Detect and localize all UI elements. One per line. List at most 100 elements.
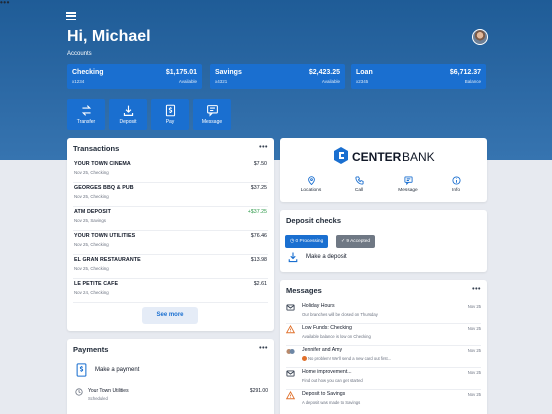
bank-message-button[interactable]: Message	[390, 176, 426, 193]
account-name: Savings	[215, 69, 242, 76]
account-tile-checking[interactable]: Checking x1234 $1,175.01 Available	[67, 64, 202, 89]
warning-icon	[286, 325, 295, 334]
account-number: x2345	[356, 79, 369, 84]
message-row[interactable]: Jennifer and Amy No problem! We'll send …	[286, 346, 481, 368]
account-tile-savings[interactable]: Savings x4321 $2,423.25 Available	[210, 64, 345, 89]
make-payment-button[interactable]: Make a payment	[73, 363, 268, 379]
deposit-checks-card: Deposit checks ◷ 0 Processing ✓ 9 Accept…	[280, 210, 487, 272]
transaction-amount: $13.98	[250, 257, 267, 263]
accounts-more-icon[interactable]: •••	[0, 0, 10, 7]
hamburger-menu-icon[interactable]	[66, 12, 76, 21]
transfer-label: Transfer	[76, 119, 96, 125]
payment-row[interactable]: Your Town Utilities Scheduled $291.00	[73, 387, 268, 405]
account-tile-loan[interactable]: Loan x2345 $6,712.37 Balance	[351, 64, 486, 89]
make-deposit-button[interactable]: Make a deposit	[286, 251, 481, 265]
payment-status: Scheduled	[88, 396, 108, 401]
message-title: Holiday Hours	[302, 303, 335, 309]
account-kind: Available	[321, 79, 340, 84]
message-title: Home improvement...	[302, 369, 352, 375]
message-button[interactable]: Message	[193, 99, 231, 130]
locations-label: Locations	[300, 188, 322, 193]
message-preview: A deposit was made to Savings	[302, 400, 361, 405]
transaction-row[interactable]: EL GRAN RESTAURANTE Nov 25, Checking $13…	[73, 255, 268, 279]
transaction-row[interactable]: YOUR TOWN UTILITIES Nov 25, Checking $76…	[73, 231, 268, 255]
message-title: Deposit to Savings	[302, 391, 346, 397]
transaction-date-account: Nov 25, Savings	[74, 218, 106, 223]
message-row[interactable]: Low Funds: Checking Available balance is…	[286, 324, 481, 346]
message-preview: No problem! We'll send a new card out fi…	[302, 356, 392, 362]
message-label: Message	[201, 119, 223, 125]
message-row[interactable]: Home improvement... Find out how you can…	[286, 368, 481, 390]
transaction-name: ATM DEPOSIT	[74, 209, 111, 215]
message-preview-text: No problem! We'll send a new card out fi…	[308, 356, 392, 361]
deposit-label: Deposit	[119, 119, 137, 125]
bank-name-light: BANK	[402, 150, 435, 164]
payment-amount: $291.00	[249, 388, 268, 394]
avatar-group-icon	[286, 348, 295, 355]
transaction-row[interactable]: GEORGES BBQ & PUB Nov 25, Checking $37.2…	[73, 183, 268, 207]
message-row[interactable]: Deposit to Savings A deposit was made to…	[286, 390, 481, 412]
message-icon	[206, 105, 218, 117]
processing-label: 0 Processing	[295, 239, 324, 244]
processing-chip[interactable]: ◷ 0 Processing	[285, 235, 329, 248]
messages-more-icon[interactable]: •••	[472, 286, 481, 293]
deposit-button[interactable]: Deposit	[109, 99, 147, 130]
warning-icon	[286, 391, 295, 400]
transaction-row[interactable]: LE PETITE CAFE Nov 24, Checking $2.61	[73, 279, 268, 303]
transaction-name: YOUR TOWN UTILITIES	[74, 233, 136, 239]
pay-icon	[76, 363, 87, 377]
accounts-label: Accounts	[67, 51, 92, 57]
location-icon	[307, 176, 315, 185]
transactions-more-icon[interactable]: •••	[259, 144, 268, 151]
message-date: Nov 25	[467, 326, 481, 331]
see-more-button[interactable]: See more	[142, 307, 198, 324]
call-button[interactable]: Call	[341, 176, 377, 193]
transactions-card: Transactions ••• YOUR TOWN CINEMA Nov 25…	[67, 138, 274, 331]
phone-icon	[354, 176, 364, 185]
info-button[interactable]: Info	[438, 176, 474, 193]
transaction-name: LE PETITE CAFE	[74, 281, 119, 287]
message-icon	[403, 176, 413, 185]
message-date: Nov 25	[467, 348, 481, 353]
pay-label: Pay	[165, 119, 175, 125]
accepted-chip[interactable]: ✓ 9 Accepted	[336, 235, 376, 248]
greeting: Hi, Michael	[67, 28, 151, 45]
bank-name-bold: CENTER	[352, 150, 402, 164]
payments-more-icon[interactable]: •••	[259, 345, 268, 352]
transaction-date-account: Nov 25, Checking	[74, 170, 109, 175]
message-row[interactable]: Holiday Hours Our branches will be close…	[286, 302, 481, 324]
clock-icon	[75, 388, 83, 396]
account-number: x4321	[215, 79, 228, 84]
message-date: Nov 25	[467, 304, 481, 309]
center-bank-logo: CENTER BANK	[334, 147, 435, 164]
message-preview: Find out how you can get started	[302, 378, 363, 383]
transaction-name: YOUR TOWN CINEMA	[74, 161, 131, 167]
transfer-icon	[81, 105, 91, 116]
bank-card: CENTER BANK Locations Call Message Info	[280, 138, 487, 202]
transaction-date-account: Nov 25, Checking	[74, 242, 109, 247]
locations-button[interactable]: Locations	[293, 176, 329, 193]
account-amount: $2,423.25	[308, 69, 340, 76]
transaction-date-account: Nov 25, Checking	[74, 194, 109, 199]
account-number: x1234	[72, 79, 85, 84]
transaction-amount: $7.50	[253, 161, 267, 167]
account-name: Loan	[356, 69, 373, 76]
transaction-row[interactable]: ATM DEPOSIT Nov 25, Savings +$37.25	[73, 207, 268, 231]
message-preview: Our branches will be closed on Thursday	[302, 312, 378, 317]
transaction-amount: $76.46	[250, 233, 267, 239]
transaction-amount: +$37.25	[247, 209, 267, 215]
unread-badge-icon	[302, 356, 307, 362]
make-payment-label: Make a payment	[95, 367, 140, 373]
pay-icon	[165, 104, 175, 117]
transaction-amount: $37.25	[250, 185, 267, 191]
avatar[interactable]	[472, 29, 488, 45]
transaction-row[interactable]: YOUR TOWN CINEMA Nov 25, Checking $7.50	[73, 159, 268, 183]
transfer-button[interactable]: Transfer	[67, 99, 105, 130]
payments-card: Payments ••• Make a payment Your Town Ut…	[67, 339, 274, 414]
info-icon	[451, 176, 461, 185]
transactions-title: Transactions	[73, 144, 120, 153]
deposit-icon	[288, 252, 298, 263]
envelope-icon	[286, 304, 295, 311]
message-date: Nov 25	[467, 392, 481, 397]
pay-button[interactable]: Pay	[151, 99, 189, 130]
